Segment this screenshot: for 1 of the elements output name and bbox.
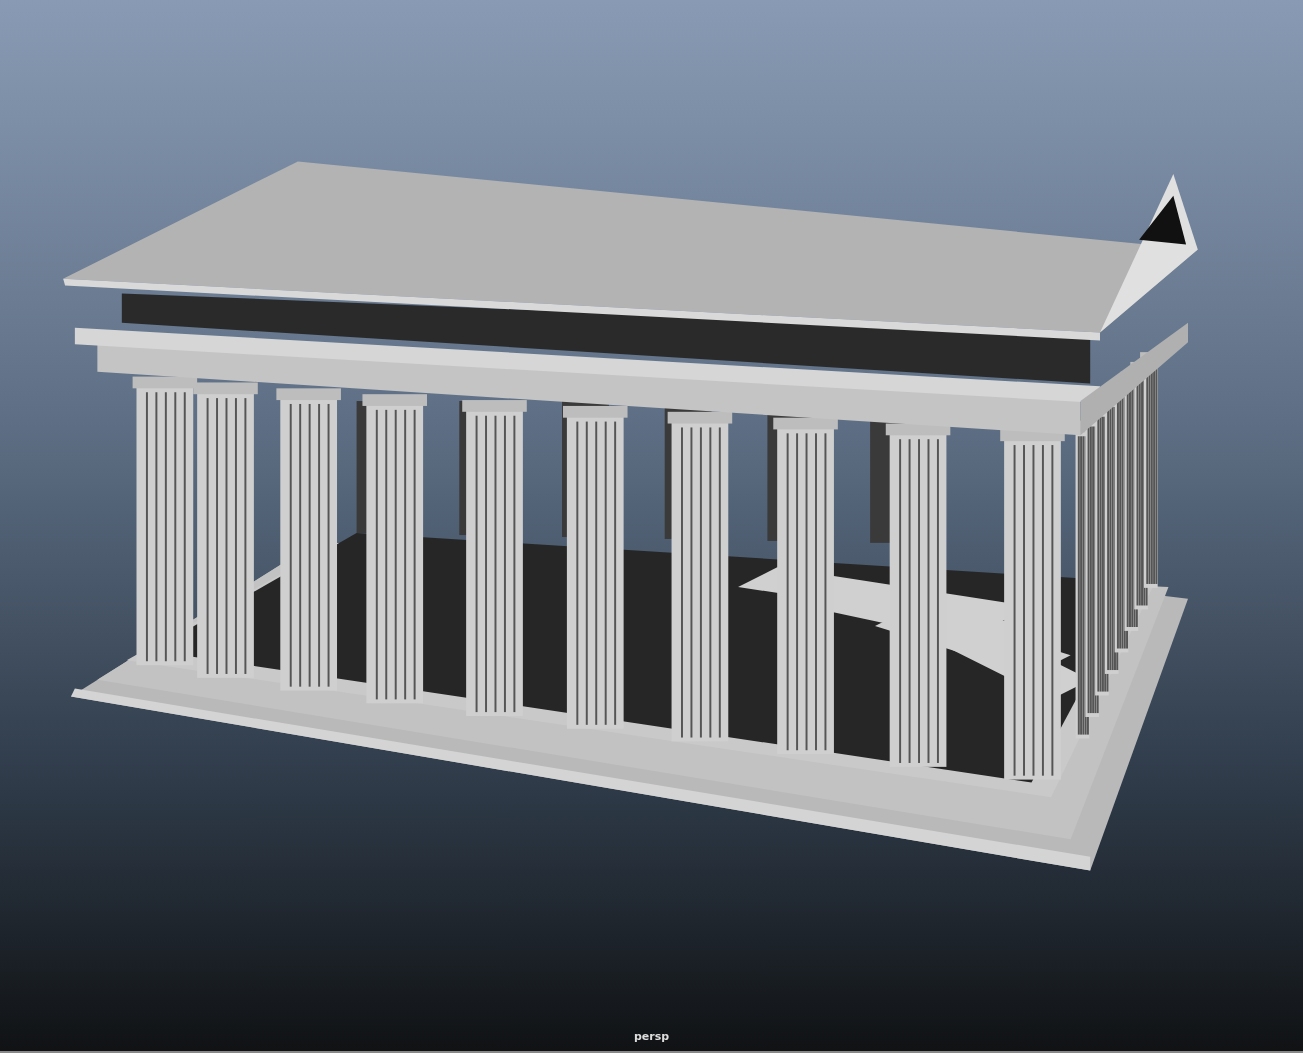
camera-label: persp xyxy=(633,1030,670,1043)
